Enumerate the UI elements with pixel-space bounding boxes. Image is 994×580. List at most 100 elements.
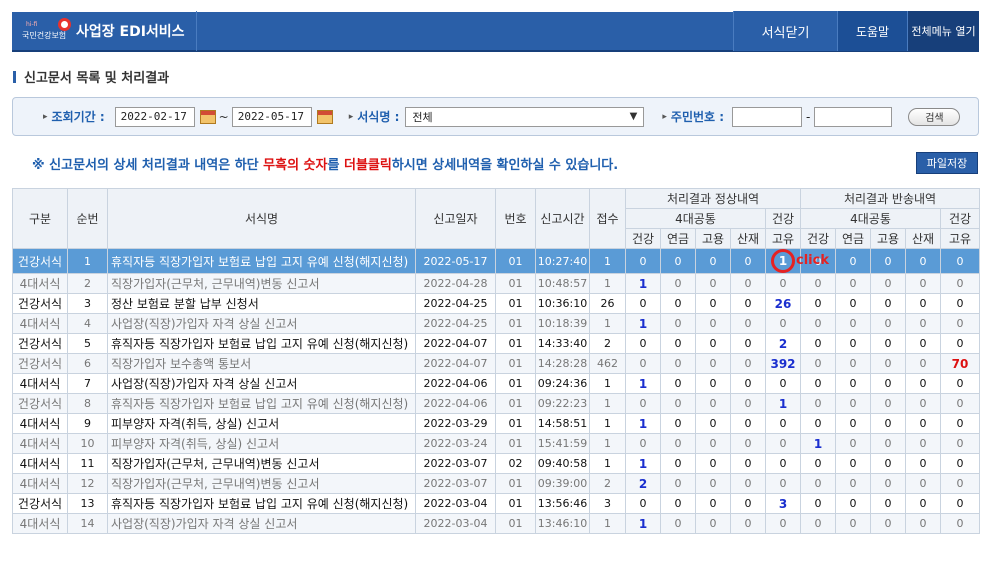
logo-pin-icon [58, 18, 71, 31]
cell-result-value[interactable]: 1 [625, 273, 661, 294]
cell-receipt: 1 [589, 313, 626, 334]
cell-result-value[interactable]: 1 [625, 373, 661, 394]
cell-result-value: 0 [905, 333, 942, 354]
cell-result-value[interactable]: 1 [625, 513, 661, 534]
cell-seq: 6 [67, 353, 108, 374]
cell-report-time: 14:28:28 [535, 353, 590, 374]
header-health: 건강 [764, 208, 802, 229]
table-row[interactable]: 4대서식 2 직장가입자(근무처, 근무내역)변동 신고서 2022-04-28 01 1… [12, 273, 981, 294]
cell-result-value: 0 [695, 513, 731, 534]
search-panel: ▸ 조회기간 : 2022-02-17 ~ 2022-05-17 ▸ 서식명 :… [12, 97, 979, 136]
table-row[interactable]: 4대서식 4 사업장(직장)가입자 자격 상실 신고서 2022-04-25 01 10:… [12, 313, 981, 334]
cell-form-name: 정산 보험료 분할 납부 신청서 [107, 293, 416, 314]
calendar-icon[interactable] [316, 109, 333, 124]
table-row[interactable]: 건강서식 5 휴직자등 직장가입자 보험료 납입 고지 유예 신청(해지신청) 202… [12, 333, 981, 354]
cell-result-value: 0 [940, 393, 981, 414]
highlighted-value[interactable]: 1 [771, 249, 795, 273]
table-row[interactable]: 4대서식 7 사업장(직장)가입자 자격 상실 신고서 2022-04-06 01 09:… [12, 373, 981, 394]
logo[interactable]: hi-fi 국민건강보험 사업장 EDI서비스 [12, 11, 197, 51]
file-save-button[interactable]: 파일저장 [916, 152, 978, 174]
cell-form-name: 사업장(직장)가입자 자격 상실 신고서 [107, 513, 416, 534]
cell-result-value: 0 [870, 353, 907, 374]
logo-sub-text: 국민건강보험 [22, 31, 67, 40]
search-button[interactable]: 검색 [908, 107, 961, 126]
cell-result-value: 0 [905, 453, 942, 474]
cell-seq: 5 [67, 333, 108, 354]
header-four-major: 4대공통 [800, 208, 942, 229]
period-label-text: 조회기간 : [51, 110, 105, 124]
calendar-icon[interactable] [199, 109, 216, 124]
id-label-text: 주민번호 : [670, 110, 725, 124]
cell-kind: 건강서식 [12, 293, 68, 314]
notice-part2: 무흑의 숫자 [263, 158, 328, 173]
table-row[interactable]: 4대서식 10 피부양자 자격(취득, 상실) 신고서 2022-03-24 01 15:… [12, 433, 981, 454]
cell-report-time: 13:46:10 [535, 513, 590, 534]
cell-receipt: 1 [589, 513, 626, 534]
notice-part4: 더블클릭 [343, 158, 392, 173]
table-row[interactable]: 건강서식 13 휴직자등 직장가입자 보험료 납입 고지 유예 신청(해지신청) 20… [12, 493, 981, 514]
id-back-input[interactable] [814, 106, 893, 127]
cell-result-value[interactable]: 26 [764, 293, 802, 314]
cell-result-value: 0 [835, 413, 872, 434]
cell-receipt: 2 [589, 473, 626, 494]
table-row[interactable]: 4대서식 14 사업장(직장)가입자 자격 상실 신고서 2022-03-04 01 13… [12, 513, 981, 534]
table-row[interactable]: 건강서식 6 직장가입자 보수총액 통보서 2022-04-07 01 14:28:28 4… [12, 353, 981, 374]
cell-result-value: 0 [870, 373, 907, 394]
cell-result-value: 0 [800, 453, 837, 474]
cell-form-name: 직장가입자(근무처, 근무내역)변동 신고서 [107, 273, 416, 294]
cell-receipt: 1 [589, 273, 626, 294]
cell-result-value: 0 [695, 433, 731, 454]
cell-kind: 4대서식 [12, 513, 68, 534]
table-row[interactable]: 4대서식 12 직장가입자(근무처, 근무내역)변동 신고서 2022-03-07 01… [12, 473, 981, 494]
cell-result-value: 0 [730, 313, 766, 334]
date-from-input[interactable]: 2022-02-17 [114, 106, 195, 127]
period-label: ▸ 조회기간 : [43, 108, 105, 125]
cell-result-value[interactable]: 3 [764, 493, 802, 514]
form-select[interactable]: 전체 ▼ [405, 106, 645, 127]
cell-result-value: 0 [940, 473, 981, 494]
cell-result-value: 0 [835, 313, 872, 334]
date-to-input[interactable]: 2022-05-17 [231, 106, 312, 127]
cell-form-name: 휴직자등 직장가입자 보험료 납입 고지 유예 신청(해지신청) [107, 493, 416, 514]
app-title: 사업장 EDI서비스 [76, 24, 185, 40]
table-row[interactable]: 건강서식 1 휴직자등 직장가입자 보험료 납입 고지 유예 신청(해지신청) 202… [12, 248, 981, 274]
cell-report-time: 10:36:10 [535, 293, 590, 314]
cell-result-value: 0 [730, 273, 766, 294]
cell-result-value[interactable]: 1 [625, 413, 661, 434]
cell-result-value: 0 [800, 373, 837, 394]
cell-kind: 4대서식 [12, 433, 68, 454]
cell-result-value[interactable]: 392 [764, 353, 802, 374]
cell-result-value: 0 [695, 453, 731, 474]
cell-result-value[interactable]: 70 [940, 353, 981, 374]
cell-result-value[interactable]: 2 [625, 473, 661, 494]
table-row[interactable]: 건강서식 8 휴직자등 직장가입자 보험료 납입 고지 유예 신청(해지신청) 202… [12, 393, 981, 414]
cell-result-value[interactable]: 1 [625, 313, 661, 334]
help-button[interactable]: 도움말 [837, 11, 907, 51]
cell-result-value[interactable]: 1 [625, 453, 661, 474]
table-row[interactable]: 건강서식 3 정산 보험료 분할 납부 신청서 2022-04-25 01 10:36:1… [12, 293, 981, 314]
cell-report-date: 2022-03-24 [415, 433, 496, 454]
cell-result-value[interactable]: 2 [764, 333, 802, 354]
cell-result-value: 0 [835, 293, 872, 314]
cell-result-value: 0 [625, 333, 661, 354]
cell-result-value: 0 [695, 413, 731, 434]
cell-result-value[interactable]: 1 [800, 433, 837, 454]
cell-report-time: 09:39:00 [535, 473, 590, 494]
id-front-input[interactable] [732, 106, 803, 127]
cell-number: 01 [495, 353, 536, 374]
table-row[interactable]: 4대서식 11 직장가입자(근무처, 근무내역)변동 신고서 2022-03-07 02… [12, 453, 981, 474]
full-menu-button[interactable]: 전체메뉴 열기 [907, 11, 979, 51]
cell-result-value: 0 [764, 513, 802, 534]
cell-result-value: 0 [870, 453, 907, 474]
cell-result-value: 0 [730, 353, 766, 374]
cell-seq: 1 [67, 248, 108, 274]
cell-seq: 13 [67, 493, 108, 514]
cell-receipt: 1 [589, 248, 626, 274]
cell-kind: 건강서식 [12, 493, 68, 514]
cell-result-value[interactable]: 1 [764, 393, 802, 414]
cell-report-date: 2022-03-04 [415, 513, 496, 534]
cell-report-date: 2022-03-07 [415, 453, 496, 474]
close-form-button[interactable]: 서식닫기 [733, 11, 837, 51]
table-row[interactable]: 4대서식 9 피부양자 자격(취득, 상실) 신고서 2022-03-29 01 14:5… [12, 413, 981, 434]
cell-seq: 7 [67, 373, 108, 394]
